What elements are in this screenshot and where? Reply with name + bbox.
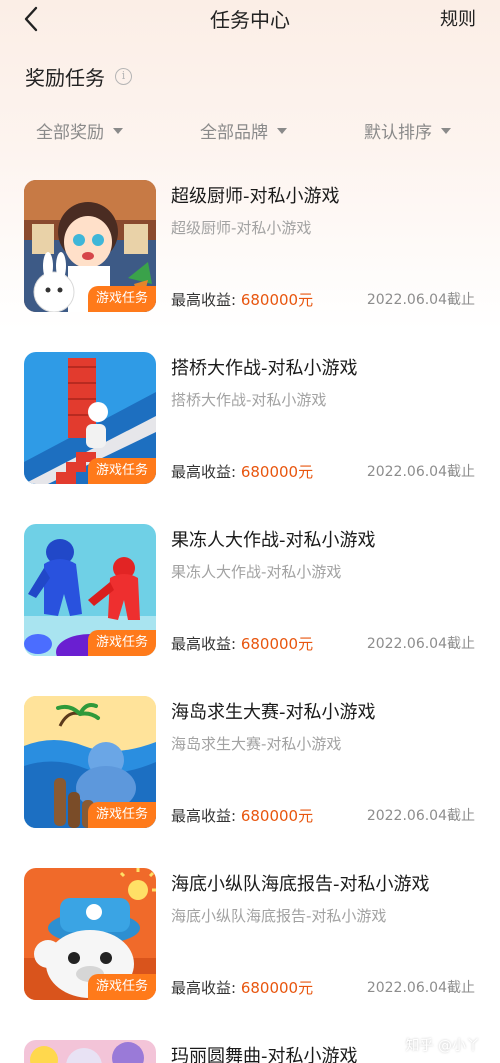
income-label: 最高收益: <box>171 979 237 997</box>
section-title: 奖励任务 <box>25 66 105 90</box>
income-amount: 680000元 <box>240 463 314 481</box>
filter-default-sort[interactable]: 默认排序 <box>364 118 451 143</box>
max-income: 最高收益: 680000元 <box>171 289 313 310</box>
game-thumbnail-island: 游戏任务 <box>24 696 156 828</box>
task-deadline: 2022.06.04截止 <box>366 292 475 308</box>
task-subtitle: 海底小纵队海底报告-对私小游戏 <box>171 907 387 925</box>
max-income: 最高收益: 680000元 <box>171 805 313 826</box>
task-subtitle: 海岛求生大赛-对私小游戏 <box>171 735 342 753</box>
game-task-badge: 游戏任务 <box>87 286 156 312</box>
filter-label: 全部奖励 <box>36 123 104 143</box>
page-title: 任务中心 <box>210 8 290 32</box>
game-thumbnail-chef: 游戏任务 <box>24 180 156 312</box>
max-income: 最高收益: 680000元 <box>171 633 313 654</box>
task-title: 搭桥大作战-对私小游戏 <box>171 358 358 379</box>
task-item[interactable]: 游戏任务 超级厨师-对私小游戏 超级厨师-对私小游戏 最高收益: 680000元… <box>0 180 500 312</box>
caret-down-icon <box>113 127 123 134</box>
game-thumbnail-waltz <box>24 1040 156 1063</box>
max-income: 最高收益: 680000元 <box>171 461 313 482</box>
filter-all-rewards[interactable]: 全部奖励 <box>36 118 123 143</box>
task-subtitle: 超级厨师-对私小游戏 <box>171 219 312 237</box>
task-deadline: 2022.06.04截止 <box>366 980 475 996</box>
task-title: 超级厨师-对私小游戏 <box>171 186 340 207</box>
task-deadline: 2022.06.04截止 <box>366 636 475 652</box>
game-task-badge: 游戏任务 <box>87 458 156 484</box>
section-header: 奖励任务 i <box>25 62 132 91</box>
watermark-text: 知乎 @小丫 <box>405 1038 480 1054</box>
rules-link[interactable]: 规则 <box>440 5 476 31</box>
task-item[interactable]: 游戏任务 海岛求生大赛-对私小游戏 海岛求生大赛-对私小游戏 最高收益: 680… <box>0 696 500 828</box>
filter-all-brands[interactable]: 全部品牌 <box>200 118 287 143</box>
filter-label: 全部品牌 <box>200 123 268 143</box>
game-thumbnail-jelly: 游戏任务 <box>24 524 156 656</box>
max-income: 最高收益: 680000元 <box>171 977 313 998</box>
game-thumbnail-octonauts: 游戏任务 <box>24 868 156 1000</box>
income-label: 最高收益: <box>171 291 237 309</box>
task-title: 海岛求生大赛-对私小游戏 <box>171 702 376 723</box>
filter-bar: 全部奖励 全部品牌 默认排序 <box>0 118 500 146</box>
income-amount: 680000元 <box>240 635 314 653</box>
task-subtitle: 搭桥大作战-对私小游戏 <box>171 391 327 409</box>
game-thumbnail-bridge: 游戏任务 <box>24 352 156 484</box>
task-title: 海底小纵队海底报告-对私小游戏 <box>171 874 430 895</box>
caret-down-icon <box>441 127 451 134</box>
task-deadline: 2022.06.04截止 <box>366 464 475 480</box>
filter-label: 默认排序 <box>364 123 432 143</box>
income-amount: 680000元 <box>240 807 314 825</box>
task-item[interactable]: 游戏任务 果冻人大作战-对私小游戏 果冻人大作战-对私小游戏 最高收益: 680… <box>0 524 500 656</box>
task-item[interactable]: 游戏任务 搭桥大作战-对私小游戏 搭桥大作战-对私小游戏 最高收益: 68000… <box>0 352 500 484</box>
navigation-bar: 任务中心 规则 <box>0 0 500 38</box>
game-task-badge: 游戏任务 <box>87 974 156 1000</box>
income-amount: 680000元 <box>240 979 314 997</box>
task-subtitle: 果冻人大作战-对私小游戏 <box>171 563 342 581</box>
caret-down-icon <box>277 127 287 134</box>
info-icon[interactable]: i <box>115 68 132 85</box>
task-deadline: 2022.06.04截止 <box>366 808 475 824</box>
game-task-badge: 游戏任务 <box>87 630 156 656</box>
task-item[interactable]: 游戏任务 海底小纵队海底报告-对私小游戏 海底小纵队海底报告-对私小游戏 最高收… <box>0 868 500 1000</box>
task-title: 果冻人大作战-对私小游戏 <box>171 530 376 551</box>
income-amount: 680000元 <box>240 291 314 309</box>
income-label: 最高收益: <box>171 635 237 653</box>
game-task-badge: 游戏任务 <box>87 802 156 828</box>
task-title: 玛丽圆舞曲-对私小游戏 <box>171 1046 358 1063</box>
income-label: 最高收益: <box>171 807 237 825</box>
income-label: 最高收益: <box>171 463 237 481</box>
